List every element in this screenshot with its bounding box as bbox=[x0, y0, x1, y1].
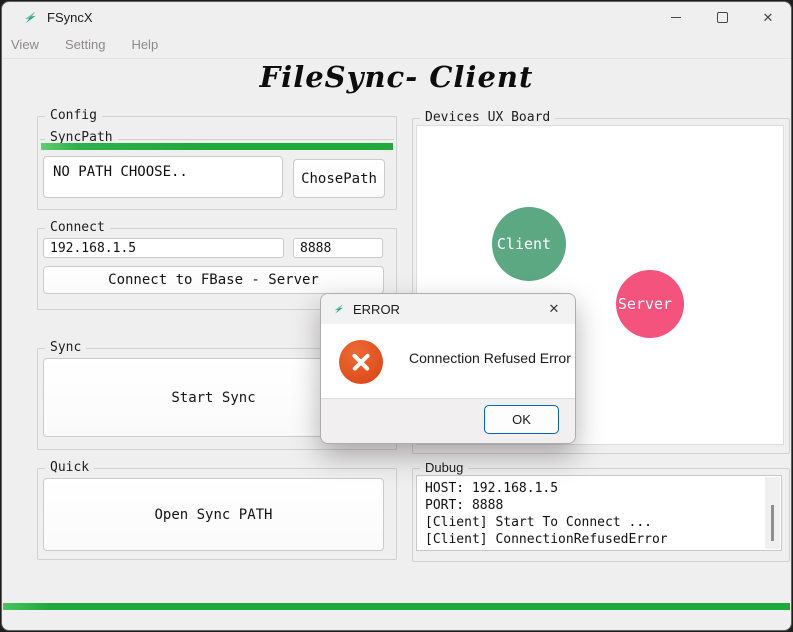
menu-help[interactable]: Help bbox=[118, 32, 171, 58]
menu-setting[interactable]: Setting bbox=[52, 32, 118, 58]
debug-line: PORT: 8888 bbox=[425, 498, 504, 513]
connect-group-label: Connect bbox=[45, 220, 110, 235]
error-dialog-body: Connection Refused Error bbox=[321, 324, 575, 398]
minimize-button[interactable] bbox=[653, 2, 699, 32]
config-group: Config SyncPath NO PATH CHOOSE.. ChosePa… bbox=[37, 108, 397, 210]
debug-line: HOST: 192.168.1.5 bbox=[425, 481, 559, 496]
global-progress-fill bbox=[3, 603, 790, 610]
error-dialog-title: ERROR bbox=[353, 301, 400, 317]
debug-scrollbar[interactable] bbox=[765, 477, 780, 549]
port-input[interactable] bbox=[293, 238, 383, 258]
quick-group: Quick Open Sync PATH bbox=[37, 460, 397, 560]
debug-scrollbar-thumb[interactable] bbox=[771, 505, 774, 541]
devices-group-label: Devices UX Board bbox=[420, 110, 556, 125]
debug-group-label: Dubug bbox=[420, 460, 469, 475]
error-dialog-titlebar: ERROR ✕ bbox=[321, 294, 575, 324]
syncpath-progressbar bbox=[41, 143, 393, 150]
host-input[interactable] bbox=[43, 238, 284, 258]
debug-log-text: HOST: 192.168.1.5 PORT: 8888 [Client] Star… bbox=[417, 476, 781, 548]
window-title: FSyncX bbox=[47, 9, 93, 25]
error-icon bbox=[339, 340, 383, 384]
screen: FSyncX ✕ View Setting Help FileSync- Cli… bbox=[0, 0, 793, 632]
debug-line: [Client] Start To Connect ... bbox=[425, 515, 652, 530]
page-title: FileSync- Client bbox=[259, 60, 534, 94]
maximize-icon bbox=[716, 11, 728, 23]
connect-button[interactable]: Connect to FBase - Server bbox=[43, 266, 384, 294]
minimize-icon bbox=[671, 16, 681, 18]
close-icon: ✕ bbox=[762, 9, 774, 25]
error-dialog: ERROR ✕ Connection Refused Error OK bbox=[320, 293, 576, 444]
dialog-close-icon: ✕ bbox=[548, 301, 560, 316]
open-sync-path-button[interactable]: Open Sync PATH bbox=[43, 478, 384, 551]
debug-log[interactable]: HOST: 192.168.1.5 PORT: 8888 [Client] Star… bbox=[416, 475, 782, 551]
dialog-app-icon bbox=[334, 304, 344, 314]
close-button[interactable]: ✕ bbox=[745, 2, 791, 32]
debug-group: Dubug HOST: 192.168.1.5 PORT: 8888 [Client… bbox=[412, 460, 790, 562]
syncpath-progress-fill bbox=[41, 143, 393, 150]
titlebar: FSyncX ✕ bbox=[2, 2, 791, 32]
chose-path-button[interactable]: ChosePath bbox=[293, 159, 385, 198]
menubar: View Setting Help bbox=[2, 32, 791, 59]
maximize-button[interactable] bbox=[699, 2, 745, 32]
global-progressbar bbox=[3, 603, 790, 610]
fsyncx-window: FSyncX ✕ View Setting Help FileSync- Cli… bbox=[1, 1, 792, 631]
ok-button[interactable]: OK bbox=[484, 405, 559, 434]
window-controls: ✕ bbox=[653, 2, 791, 32]
app-logo-icon bbox=[25, 11, 36, 23]
error-dialog-footer: OK bbox=[321, 398, 575, 443]
sync-path-input[interactable]: NO PATH CHOOSE.. bbox=[43, 156, 283, 198]
config-group-label: Config bbox=[45, 108, 102, 123]
quick-group-label: Quick bbox=[45, 460, 95, 475]
debug-line: [Client] ConnectionRefusedError bbox=[425, 532, 668, 547]
sync-group-label: Sync bbox=[45, 340, 87, 355]
client-node: Client bbox=[492, 207, 566, 281]
menu-view[interactable]: View bbox=[2, 32, 52, 58]
server-node: Server bbox=[616, 270, 684, 338]
error-message: Connection Refused Error bbox=[409, 350, 571, 366]
dialog-close-button[interactable]: ✕ bbox=[537, 294, 571, 324]
